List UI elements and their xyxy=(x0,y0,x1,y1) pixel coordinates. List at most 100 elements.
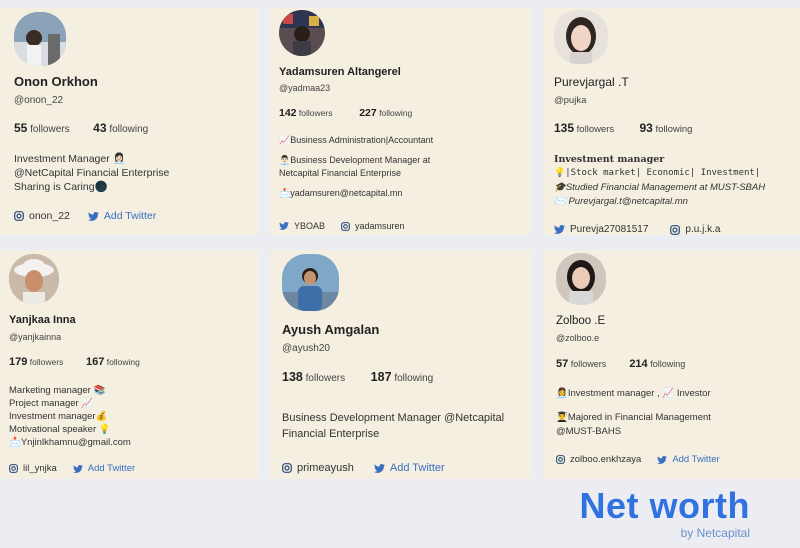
twitter-link[interactable]: Add Twitter xyxy=(657,454,720,465)
bio-line: @MUST-BAHS xyxy=(556,425,622,437)
profile-card-purevjargal[interactable]: Purevjargal .T @pujka 135 followers 93 f… xyxy=(543,8,800,235)
twitter-handle[interactable]: Purevja27081517 xyxy=(570,224,648,235)
instagram-icon xyxy=(670,224,681,235)
following-label: following xyxy=(106,357,140,367)
bio-line: Netcapital Financial Enterprise xyxy=(279,168,402,179)
profile-bio: 👩‍💼Investment manager , 📈 Investor 👨‍🎓Ma… xyxy=(556,387,711,438)
profile-name[interactable]: Onon Orkhon xyxy=(14,74,98,89)
instagram-handle[interactable]: zolboo.enkhzaya xyxy=(570,454,641,465)
bio-line: Marketing manager 📚 xyxy=(9,385,106,396)
profile-bio: Business Development Manager @Netcapital… xyxy=(282,411,504,443)
twitter-link[interactable]: Add Twitter xyxy=(373,462,445,474)
bio-line: @NetCapital Financial Enterprise xyxy=(14,166,170,179)
twitter-icon xyxy=(279,222,289,230)
profile-stats: 135 followers 93 following xyxy=(554,121,692,135)
instagram-link[interactable]: yadamsuren xyxy=(341,221,405,231)
bio-line: 🎓Studied Financial Management at MUST-SB… xyxy=(554,181,766,193)
profile-links: primeayush Add Twitter xyxy=(282,462,445,474)
twitter-handle[interactable]: YBOAB xyxy=(294,221,325,231)
avatar[interactable] xyxy=(279,10,325,56)
profile-card-ayush[interactable]: Ayush Amgalan @ayush20 138 followers 187… xyxy=(270,250,531,479)
avatar[interactable] xyxy=(554,10,608,64)
followers-count: 55 xyxy=(14,121,28,135)
profile-name[interactable]: Zolboo .E xyxy=(556,315,605,327)
profile-handle: @onon_22 xyxy=(14,95,64,106)
twitter-link[interactable]: Add Twitter xyxy=(87,210,156,222)
bio-line: 📩yadamsuren@netcapital.mn xyxy=(279,188,403,199)
profile-handle: @pujka xyxy=(554,95,587,106)
twitter-link[interactable]: YBOAB xyxy=(279,221,325,231)
twitter-label[interactable]: Add Twitter xyxy=(88,463,135,474)
avatar[interactable] xyxy=(556,253,606,305)
profile-bio: Investment manager 💡|Stock market| Econo… xyxy=(554,153,765,209)
profile-handle: @yadmaa23 xyxy=(279,83,331,93)
bio-line: Business Development Manager @Netcapital xyxy=(282,412,505,424)
instagram-icon xyxy=(282,463,292,473)
profile-links: zolboo.enkhzaya Add Twitter xyxy=(556,454,720,465)
following-label: following xyxy=(655,124,693,135)
avatar[interactable] xyxy=(14,12,66,66)
instagram-link[interactable]: lil_ynjka xyxy=(9,463,57,474)
profile-card-yadamsuren[interactable]: Yadamsuren Altangerel @yadmaa23 142 foll… xyxy=(270,8,531,235)
followers-count: 135 xyxy=(554,121,575,135)
avatar[interactable] xyxy=(9,254,59,304)
instagram-handle[interactable]: p.u.j.k.a xyxy=(685,224,720,235)
brand-title: Net worth xyxy=(579,485,750,526)
profile-links: Purevja27081517 p.u.j.k.a xyxy=(554,224,720,235)
profile-handle: @yanjkainna xyxy=(9,332,62,342)
twitter-label[interactable]: Add Twitter xyxy=(390,462,445,474)
bio-line: 💡|Stock market| Economic| Investment| xyxy=(554,168,761,179)
twitter-icon xyxy=(657,455,668,464)
profile-stats: 142 followers 227 following xyxy=(279,107,412,119)
instagram-link[interactable]: zolboo.enkhzaya xyxy=(556,454,641,465)
profile-name[interactable]: Ayush Amgalan xyxy=(282,322,379,337)
instagram-link[interactable]: onon_22 xyxy=(14,210,70,222)
instagram-handle[interactable]: primeayush xyxy=(297,462,354,474)
profile-stats: 138 followers 187 following xyxy=(282,370,433,384)
profile-handle: @ayush20 xyxy=(282,343,330,354)
followers-label: followers xyxy=(305,373,346,384)
following-count: 187 xyxy=(370,370,392,384)
bio-line: 👩‍💼Investment manager , 📈 Investor xyxy=(556,388,711,399)
twitter-label[interactable]: Add Twitter xyxy=(672,454,719,465)
instagram-icon xyxy=(14,211,24,221)
instagram-icon xyxy=(556,455,565,464)
following-label: following xyxy=(379,108,413,118)
bio-line: Motivational speaker 💡 xyxy=(9,423,111,435)
instagram-handle[interactable]: onon_22 xyxy=(29,210,70,222)
twitter-label[interactable]: Add Twitter xyxy=(104,210,156,222)
followers-label: followers xyxy=(570,359,607,369)
twitter-icon xyxy=(87,211,99,221)
brand-logo: Net worth by Netcapital xyxy=(579,485,751,541)
profile-name[interactable]: Yadamsuren Altangerel xyxy=(279,66,401,78)
instagram-link[interactable]: p.u.j.k.a xyxy=(670,224,720,235)
profile-stats: 57 followers 214 following xyxy=(556,358,685,370)
profile-stats: 55 followers 43 following xyxy=(14,121,148,135)
profile-bio: Investment Manager 👩🏻‍💼 @NetCapital Fina… xyxy=(14,153,169,195)
profile-links: YBOAB yadamsuren xyxy=(279,221,405,231)
twitter-link[interactable]: Add Twitter xyxy=(72,463,135,474)
profile-card-yanjkaa[interactable]: Yanjkaa Inna @yanjkainna 179 followers 1… xyxy=(0,250,259,479)
following-count: 167 xyxy=(86,356,105,368)
brand-subtitle: by Netcapital xyxy=(680,526,750,540)
profile-bio: Marketing manager 📚 Project manager 📈 In… xyxy=(9,385,131,450)
profile-name[interactable]: Purevjargal .T xyxy=(554,75,629,89)
followers-label: followers xyxy=(576,124,615,135)
profile-name[interactable]: Yanjkaa Inna xyxy=(9,314,76,326)
bio-line: Investment manager💰 xyxy=(9,410,108,422)
followers-label: followers xyxy=(29,357,64,367)
instagram-icon xyxy=(341,221,350,231)
followers-count: 142 xyxy=(279,107,297,119)
bio-line: Sharing is Caring🌑 xyxy=(14,180,108,193)
instagram-handle[interactable]: yadamsuren xyxy=(355,221,405,231)
bio-line: ✉️ Purevjargal.t@netcapital.mn xyxy=(554,196,688,207)
following-label: following xyxy=(109,124,149,135)
instagram-handle[interactable]: lil_ynjka xyxy=(23,463,57,474)
bio-line: 📩Ynjinlkhamnu@gmail.com xyxy=(9,436,131,448)
twitter-link[interactable]: Purevja27081517 xyxy=(554,224,648,235)
following-count: 227 xyxy=(359,107,377,119)
instagram-link[interactable]: primeayush xyxy=(282,462,354,474)
profile-card-zolboo[interactable]: Zolboo .E @zolboo.e 57 followers 214 fol… xyxy=(543,250,800,479)
avatar[interactable] xyxy=(282,254,339,311)
profile-card-onon[interactable]: Onon Orkhon @onon_22 55 followers 43 fol… xyxy=(0,8,259,235)
